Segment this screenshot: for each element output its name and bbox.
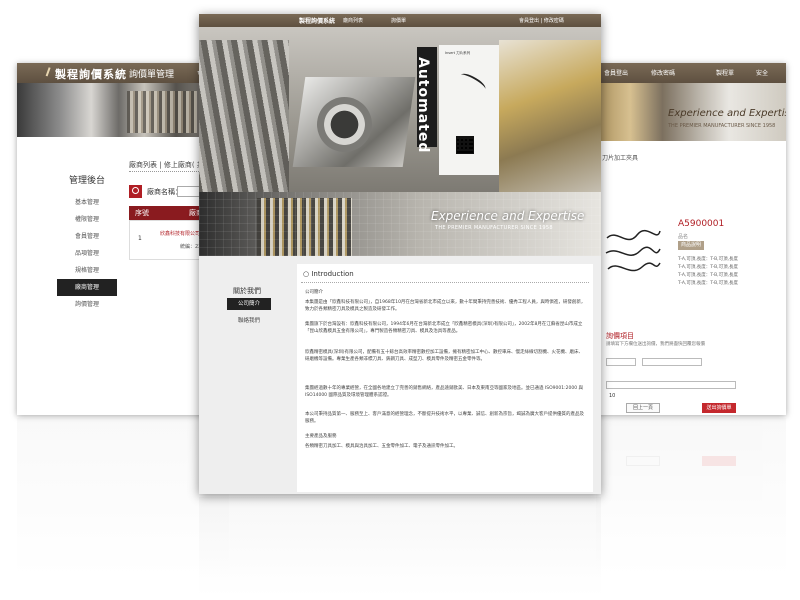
tool-photo (199, 40, 289, 192)
menu-inquiry[interactable]: 詢價單管理 (129, 67, 174, 80)
option-select[interactable] (642, 358, 702, 366)
topbar-safety[interactable]: 安全 (756, 68, 768, 77)
hero-photo: Automated Insert 刀片系列 (199, 27, 601, 192)
back-button[interactable]: 回上一頁 (626, 403, 660, 413)
search-icon (129, 185, 142, 198)
sidebar-title: 管理後台 (68, 176, 105, 186)
page-banner: Experience and Expertise THE PREMIER MAN… (199, 192, 601, 256)
paragraph: 集團旗下於台灣設有：欣鑫科技有限公司，1994年6月在台灣新北市成立「欣鑫精密模… (305, 322, 583, 334)
reflected-submit-button (702, 456, 736, 466)
banner-title: Experience and Expertise (668, 108, 786, 119)
list-title-text: 廠商列表 (129, 161, 157, 169)
admin-sidebar: 管理後台 基本管理 權限管理 會員管理 品項管理 規格管理 廠商管理 詢價管理 (47, 173, 127, 313)
banner-title: Experience and Expertise (431, 209, 585, 223)
sidebar-item-permission[interactable]: 權限管理 (47, 211, 127, 228)
sidebar-item-basic[interactable]: 基本管理 (47, 194, 127, 211)
paragraph: 本集團是由「欣鑫科技有限公司」，自1968年10月在台灣省新北市成立以來，數十年… (305, 300, 586, 312)
topbar-account-links[interactable]: 會員登出 | 修改密碼 (519, 17, 564, 24)
about-window: 製程詢價系統 廠商列表 詢價單 會員登出 | 修改密碼 Automated In… (199, 14, 601, 494)
product-image (605, 229, 661, 272)
breadcrumb: 刀片加工夾具 (602, 155, 639, 162)
col-no: 序號 (135, 209, 149, 217)
product-spec: T-A,可頂,長度：T-B,可頂,長度 (678, 281, 739, 286)
about-brand: 製程詢價系統 (299, 18, 336, 25)
inquiry-form-note: 請填寫下方欄位送出詢價，我們將盡快回覆您報價 (606, 342, 705, 347)
page-body: 關於我們 公司簡介 聯絡我們 ○ Introduction 公司簡介 本集團是由… (199, 256, 601, 494)
sidebar-item-inquiries[interactable]: 詢價管理 (47, 296, 127, 313)
paragraph: 本公司秉持品質第一、服務至上、客戶滿意的經營理念，不斷提升技術水平，以專業、誠信… (305, 412, 584, 424)
topbar-inquiry-link[interactable]: 詢價單 (391, 17, 406, 24)
tool-icon (45, 67, 55, 78)
product-code: A5900001 (678, 219, 725, 229)
sidebar-item-products[interactable]: 品項管理 (47, 245, 127, 262)
brochure-label: Insert 刀片系列 (445, 51, 471, 55)
left-reflection (17, 418, 229, 578)
heading-text: Introduction (311, 270, 354, 278)
product-spec: T-A,可頂,長度：T-B,可頂,長度 (678, 257, 739, 262)
paragraph: 公司簡介 (305, 290, 323, 295)
about-topbar: 製程詢價系統 廠商列表 詢價單 會員登出 | 修改密碼 (199, 14, 601, 27)
paragraph: 集團經過數十年的專業經營，在全國各地建立了完善的銷售網絡，產品遠銷歐美、日本及東… (305, 386, 584, 398)
insert-tools-photo (499, 40, 601, 192)
product-topbar: 會員登出 修改密碼 製程單 安全 (596, 63, 786, 83)
content-heading: ○ Introduction (303, 270, 354, 278)
product-banner: Experience and Expertise THE PREMIER MAN… (596, 83, 786, 141)
showcase-stage: 製程詢價系統 詢價單管理 會員 管理後台 基本管理 權限管理 會員管理 品項管理… (0, 0, 800, 600)
right-reflection (596, 418, 786, 578)
center-reflection (199, 497, 601, 597)
brochure-page (439, 45, 499, 175)
bore-image (317, 97, 372, 152)
banner-subtitle: THE PREMIER MANUFACTURER SINCE 1958 (668, 123, 776, 129)
qr-code-icon (456, 136, 474, 154)
nav-company-intro[interactable]: 公司簡介 (227, 298, 271, 310)
admin-banner (17, 83, 229, 137)
product-spec: T-A,可頂,長度：T-B,可頂,長度 (678, 265, 739, 270)
paragraph: 各類精密刀具加工、模具與治具加工、五金零件加工、電子及通訊零件加工。 (305, 444, 458, 449)
submit-inquiry-button[interactable]: 送出詢價單 (702, 403, 736, 413)
vendor-link[interactable]: 欣鑫科技有限公司 (160, 230, 200, 237)
sidebar-item-members[interactable]: 會員管理 (47, 228, 127, 245)
product-tag: 商品說明 (678, 241, 704, 250)
topbar-vendor-link[interactable]: 廠商列表 (343, 17, 363, 24)
banner-subtitle: THE PREMIER MANUFACTURER SINCE 1958 (435, 225, 553, 231)
quantity-field[interactable]: 10 (606, 381, 736, 399)
content-panel: ○ Introduction 公司簡介 本集團是由「欣鑫科技有限公司」，自196… (297, 264, 593, 492)
topbar-logout[interactable]: 會員登出 (604, 68, 628, 77)
paragraph: 欣鑫精密模具(深圳)有限公司，配備有五十餘台高效率精密數控加工設備，擁有精密加工… (305, 350, 584, 362)
topbar-password[interactable]: 修改密碼 (651, 68, 675, 77)
automated-text: Automated (415, 57, 431, 154)
product-window: 會員登出 修改密碼 製程單 安全 Experience and Expertis… (596, 63, 786, 415)
divider (301, 282, 589, 283)
product-spec: T-A,可頂,長度：T-B,可頂,長度 (678, 273, 739, 278)
about-nav-title: 關於我們 (233, 287, 261, 295)
admin-window: 製程詢價系統 詢價單管理 會員 管理後台 基本管理 權限管理 會員管理 品項管理… (17, 63, 229, 415)
spec-select[interactable] (606, 358, 636, 366)
banner-grid (199, 192, 601, 256)
product-desc: 品名 (678, 234, 689, 240)
topbar-orders[interactable]: 製程單 (716, 68, 734, 77)
nav-contact[interactable]: 聯絡我們 (227, 316, 271, 324)
row-no: 1 (138, 235, 142, 242)
inquiry-form-title: 詢價項目 (606, 332, 634, 340)
sidebar-item-vendors[interactable]: 廠商管理 (57, 279, 117, 296)
admin-topbar: 製程詢價系統 詢價單管理 會員 (17, 63, 229, 83)
admin-brand: 製程詢價系統 (55, 68, 127, 81)
reflected-back-button (626, 456, 660, 466)
sidebar-item-specs[interactable]: 規格管理 (47, 262, 127, 279)
quantity-value: 10 (609, 393, 616, 399)
paragraph: 主要產品及服務 (305, 434, 337, 439)
